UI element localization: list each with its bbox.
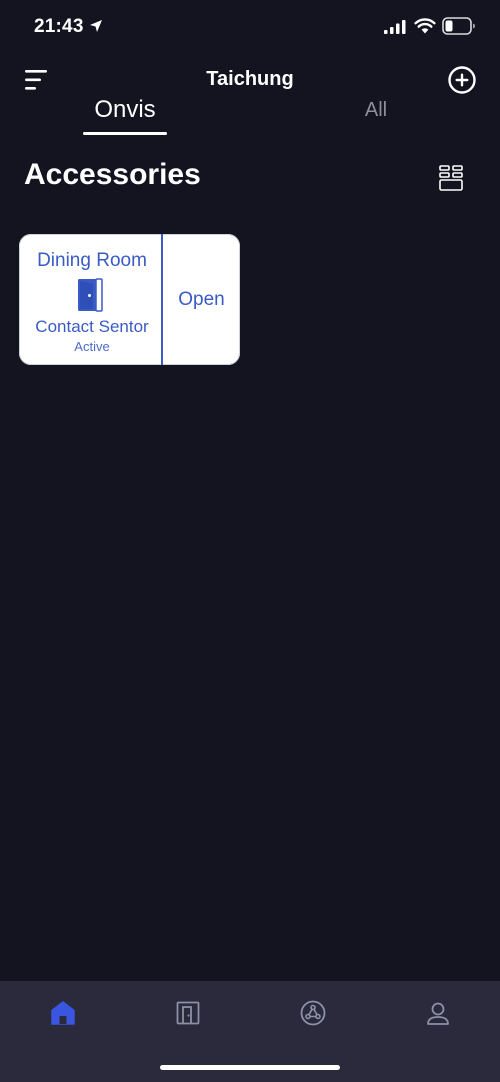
bottom-nav-bar bbox=[0, 981, 500, 1082]
section-title: Accessories bbox=[24, 158, 201, 191]
battery-icon bbox=[442, 17, 475, 35]
door-icon[interactable] bbox=[174, 999, 202, 1027]
accessory-room-name: Dining Room bbox=[37, 250, 147, 271]
accessory-info[interactable]: Dining Room Contact Sentor Active bbox=[19, 234, 161, 365]
app-screen: 21:43 Taichung Onvis All Accessories Din… bbox=[0, 0, 500, 1082]
tab-all[interactable]: All bbox=[340, 99, 412, 141]
accessory-state-area[interactable]: Open bbox=[163, 234, 240, 365]
home-icon[interactable] bbox=[49, 999, 77, 1027]
plus-circle-icon[interactable] bbox=[447, 65, 477, 95]
cellular-signal-icon bbox=[384, 20, 406, 34]
accessory-card[interactable]: Dining Room Contact Sentor Active Open bbox=[19, 234, 240, 365]
header-title: Taichung bbox=[206, 68, 294, 90]
status-time: 21:43 bbox=[34, 16, 84, 37]
menu-icon[interactable] bbox=[22, 66, 52, 94]
door-icon bbox=[78, 278, 103, 312]
automation-icon[interactable] bbox=[299, 999, 327, 1027]
home-indicator bbox=[160, 1065, 340, 1070]
layout-toggle-icon[interactable] bbox=[438, 164, 464, 192]
location-arrow-icon bbox=[90, 20, 102, 32]
tab-active-indicator bbox=[83, 132, 167, 135]
accessory-status: Active bbox=[74, 339, 110, 354]
accessory-state-button[interactable]: Open bbox=[163, 234, 240, 365]
profile-icon[interactable] bbox=[424, 999, 452, 1027]
accessory-device-name: Contact Sentor bbox=[35, 317, 149, 336]
status-bar: 21:43 bbox=[0, 0, 500, 56]
wifi-icon bbox=[414, 18, 436, 34]
